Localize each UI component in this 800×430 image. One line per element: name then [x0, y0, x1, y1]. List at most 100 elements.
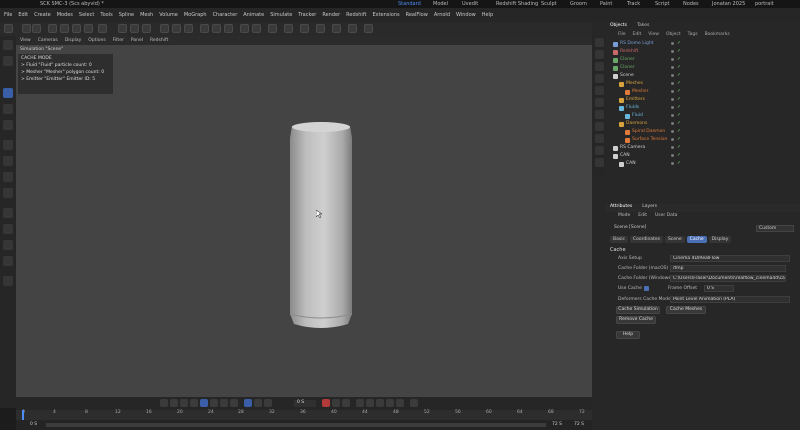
object-row[interactable]: Cloner ✓ [610, 64, 800, 72]
visibility-dot[interactable] [671, 50, 674, 53]
knife-icon[interactable] [3, 240, 13, 250]
polygons-mode-icon[interactable] [184, 24, 193, 33]
playhead[interactable] [22, 410, 24, 420]
preview-end[interactable]: 72 S [574, 422, 584, 427]
workspace-tab-4[interactable]: Sculpt [541, 1, 557, 7]
scale-icon[interactable] [3, 104, 13, 114]
coordinate-system-icon[interactable] [98, 24, 107, 33]
can-mesh[interactable] [286, 118, 356, 330]
menu-character[interactable]: Character [213, 12, 238, 18]
render-active-icon[interactable] [130, 24, 139, 33]
visibility-dot[interactable] [671, 154, 674, 157]
keyframe-selection-icon[interactable] [342, 399, 350, 407]
cache-win-field[interactable]: C:\Users\Fraser\Documents\realflow_cinem… [670, 275, 786, 282]
workspace-tab-7[interactable]: Track [627, 1, 640, 7]
enabled-check-icon[interactable]: ✓ [677, 144, 681, 150]
enabled-check-icon[interactable]: ✓ [677, 80, 681, 86]
sky-icon[interactable] [332, 24, 341, 33]
workspace-tab-2[interactable]: Uvedit [462, 1, 478, 7]
manager-effector-icon[interactable] [595, 110, 604, 119]
field-icon[interactable] [300, 24, 309, 33]
sound-icon[interactable] [264, 399, 272, 407]
enabled-check-icon[interactable]: ✓ [677, 64, 681, 70]
axis-setup-dropdown[interactable]: Cinema 4D/RealFlow [670, 255, 790, 262]
undo-icon[interactable] [22, 24, 31, 33]
cache-meshes-button[interactable]: Cache Meshes [666, 306, 706, 314]
axis-icon[interactable] [3, 188, 13, 198]
viewport-menu-panel[interactable]: Panel [131, 38, 143, 43]
object-row[interactable]: Daemons ✓ [610, 120, 800, 128]
visibility-dot[interactable] [671, 122, 674, 125]
visibility-dot[interactable] [671, 146, 674, 149]
visibility-dot[interactable] [671, 58, 674, 61]
play-backward-icon[interactable] [190, 399, 198, 407]
subtab-scene[interactable]: Scene [664, 236, 685, 243]
subtab-cache[interactable]: Cache [686, 236, 707, 243]
move-icon[interactable] [3, 88, 13, 98]
obj-menu-object[interactable]: Object [666, 32, 681, 39]
menu-create[interactable]: Create [34, 12, 51, 18]
search-icon[interactable] [3, 40, 13, 50]
visibility-dot[interactable] [671, 42, 674, 45]
goto-end-icon[interactable] [230, 399, 238, 407]
viewport-menu-display[interactable]: Display [65, 38, 82, 43]
menu-modes[interactable]: Modes [57, 12, 73, 18]
workspace-tab-11[interactable]: portrait [755, 1, 774, 7]
workspace-tab-6[interactable]: Paint [600, 1, 612, 7]
viewport-menu-cameras[interactable]: Cameras [38, 38, 58, 43]
workspace-tab-3[interactable]: Redshift Shading [496, 1, 538, 7]
visibility-dot[interactable] [671, 98, 674, 101]
object-row[interactable]: Surface Tension ✓ [610, 136, 800, 144]
axis-lock-x-icon[interactable] [60, 24, 69, 33]
deformer-icon[interactable] [284, 24, 293, 33]
goto-start-icon[interactable] [160, 399, 168, 407]
menu-animate[interactable]: Animate [243, 12, 264, 18]
floor-icon[interactable] [316, 24, 325, 33]
manager-light-icon[interactable] [595, 86, 604, 95]
edges-mode-icon[interactable] [172, 24, 181, 33]
workspace-tab-5[interactable]: Groom [570, 1, 587, 7]
pen-icon[interactable] [212, 24, 221, 33]
enabled-check-icon[interactable]: ✓ [677, 152, 681, 158]
enabled-check-icon[interactable]: ✓ [677, 120, 681, 126]
object-row[interactable]: Scene ✓ [610, 72, 800, 80]
next-frame-icon[interactable] [210, 399, 218, 407]
workspace-tab-9[interactable]: Nodes [683, 1, 699, 7]
camera-icon[interactable] [252, 24, 261, 33]
viewport-menu-options[interactable]: Options [88, 38, 105, 43]
manager-objects-icon[interactable] [595, 38, 604, 47]
viewport-menu-redshift[interactable]: Redshift [150, 38, 168, 43]
enabled-check-icon[interactable]: ✓ [677, 56, 681, 62]
menu-volume[interactable]: Volume [159, 12, 178, 18]
attr-menu-edit[interactable]: Edit [638, 213, 647, 221]
document-tab[interactable]: SCK SMC-3 (Scs abyvid) * [40, 1, 104, 7]
timeline-ruler[interactable]: 0 4 8 12 16 20 24 28 32 36 40 44 48 52 5… [16, 410, 592, 420]
enabled-check-icon[interactable]: ✓ [677, 136, 681, 142]
manager-cube-icon[interactable] [595, 62, 604, 71]
tab-attributes[interactable]: Attributes [610, 204, 632, 212]
menu-help[interactable]: Help [482, 12, 493, 18]
object-row[interactable]: RS Camera ✓ [610, 144, 800, 152]
visibility-dot[interactable] [671, 106, 674, 109]
prev-frame-icon[interactable] [180, 399, 188, 407]
range-end[interactable]: 72 S [552, 422, 562, 427]
grid-icon[interactable] [3, 276, 13, 286]
manager-camera-icon[interactable] [595, 146, 604, 155]
position-key-icon[interactable] [356, 399, 364, 407]
enabled-check-icon[interactable]: ✓ [677, 112, 681, 118]
manager-filter-icon[interactable] [595, 158, 604, 167]
menu-redshift[interactable]: Redshift [346, 12, 366, 18]
remove-cache-button[interactable]: Remove Cache [616, 316, 656, 324]
workspace-tab-10[interactable]: Jonatan 2025 [712, 1, 745, 7]
object-row[interactable]: Fluid ✓ [610, 112, 800, 120]
cube-icon[interactable] [200, 24, 209, 33]
rotate-icon[interactable] [3, 120, 13, 130]
menu-file[interactable]: File [4, 12, 12, 18]
object-row[interactable]: Cloner ✓ [610, 56, 800, 64]
parameter-key-icon[interactable] [386, 399, 394, 407]
current-frame-field[interactable]: 0 S [294, 400, 316, 407]
next-key-icon[interactable] [220, 399, 228, 407]
object-row[interactable]: Emitters ✓ [610, 96, 800, 104]
render-view-icon[interactable] [118, 24, 127, 33]
attr-menu-mode[interactable]: Mode [618, 213, 630, 221]
